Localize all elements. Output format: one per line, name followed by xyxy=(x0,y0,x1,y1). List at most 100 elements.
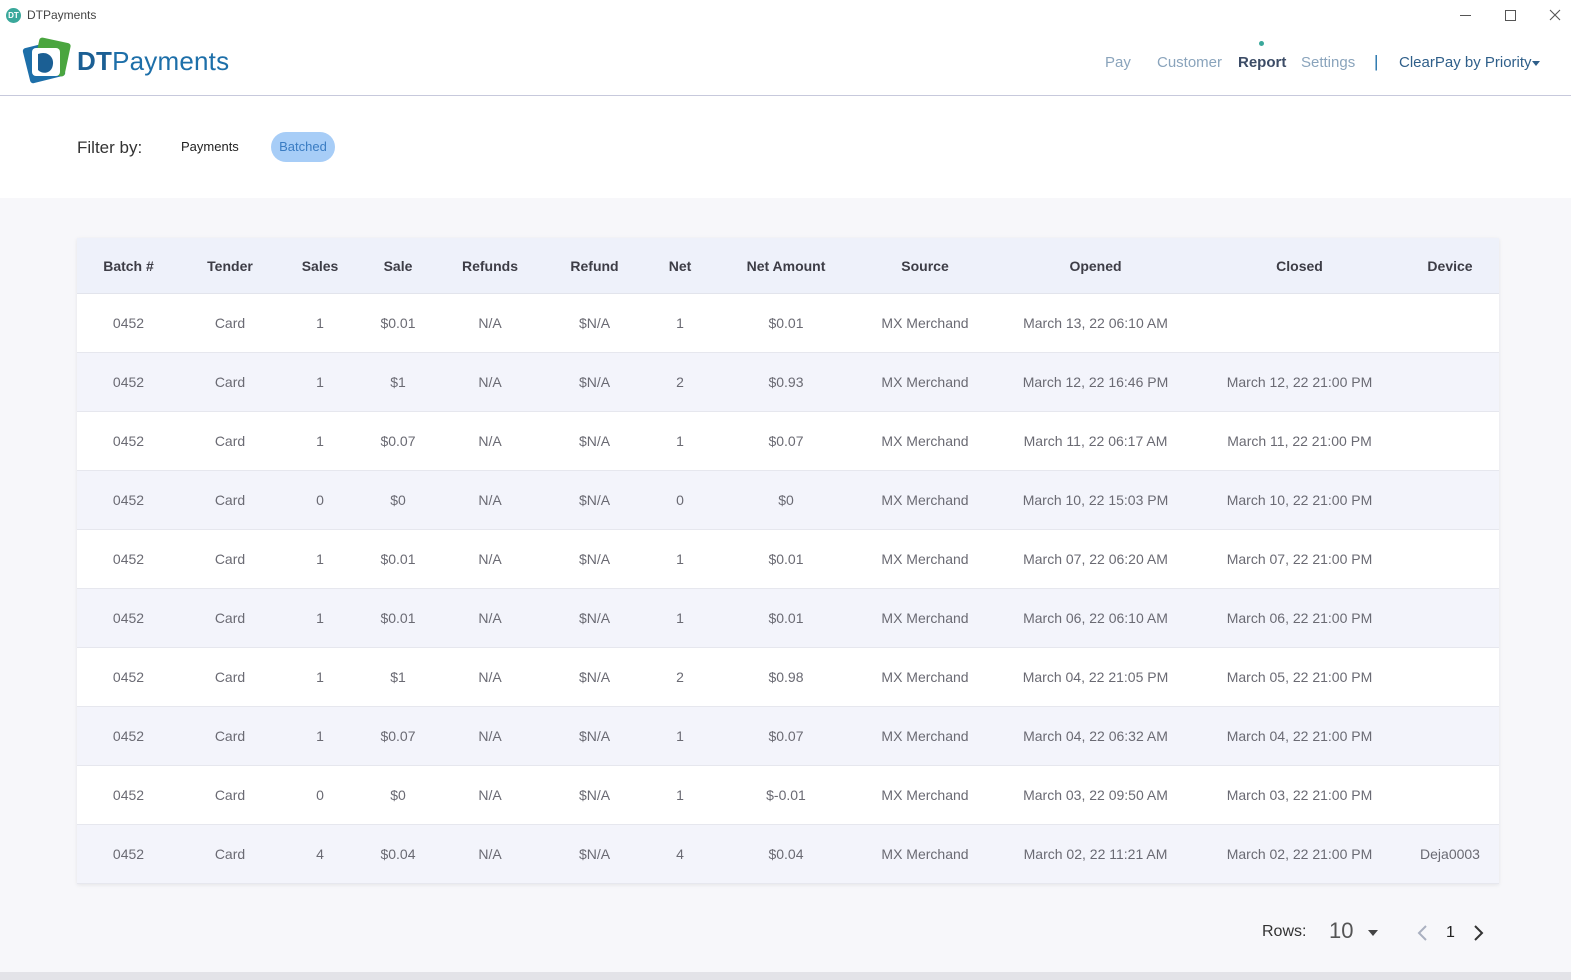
table-header-row: Batch # Tender Sales Sale Refunds Refund Net Ne… xyxy=(77,238,1499,294)
table-cell: 0452 xyxy=(112,315,145,331)
table-cell: $0.93 xyxy=(768,374,804,390)
table-row[interactable]: 0452 Card 1 $0.01 N/A $N/A 1 $0.01 MX Merchand Ma… xyxy=(77,294,1499,353)
rows-label: Rows: xyxy=(1262,923,1307,940)
table-row[interactable]: 0452 Card 1 $1 N/A $N/A 2 $0.93 MX Merchand March… xyxy=(77,353,1499,412)
batch-table: Batch # Tender Sales Sale Refunds Refund Net Ne… xyxy=(77,238,1499,884)
table-row[interactable]: 0452 Card 0 $0 N/A $N/A 1 $-0.01 MX Merchand Marc… xyxy=(77,766,1499,825)
table-row[interactable]: 0452 Card 1 $1 N/A $N/A 2 $0.98 MX Merchand March… xyxy=(77,648,1499,707)
table-cell: March 06, 22 21:00 PM xyxy=(1226,610,1373,626)
column-header: Refund xyxy=(570,257,619,274)
chevron-left-icon[interactable] xyxy=(1415,924,1431,942)
table-cell: 2 xyxy=(676,374,684,390)
filter-bar: Filter by: Payments Batched xyxy=(0,96,1571,198)
table-cell: N/A xyxy=(478,728,502,744)
close-icon[interactable] xyxy=(1540,4,1570,26)
app-header: DTPayments Pay Customer Report Settings … xyxy=(0,30,1571,96)
app-icon: DT xyxy=(6,8,21,23)
column-header: Device xyxy=(1427,257,1473,274)
table-cell: $N/A xyxy=(578,315,611,331)
table-cell: N/A xyxy=(478,374,502,390)
table-cell: $0.04 xyxy=(768,846,804,862)
table-cell: 1 xyxy=(676,433,684,449)
table-cell: N/A xyxy=(478,433,502,449)
table-cell: $0.01 xyxy=(380,610,416,626)
table-cell: 0452 xyxy=(112,669,145,685)
table-cell: 0452 xyxy=(112,492,145,508)
table-cell: $0 xyxy=(390,492,406,508)
table-cell: N/A xyxy=(478,492,502,508)
table-cell: March 05, 22 21:00 PM xyxy=(1226,669,1373,685)
table-cell: March 03, 22 21:00 PM xyxy=(1226,787,1373,803)
table-cell: March 03, 22 09:50 AM xyxy=(1023,787,1168,803)
table-cell: $0.07 xyxy=(768,728,804,744)
table-cell: $-0.01 xyxy=(766,787,806,803)
table-cell: Card xyxy=(214,492,246,508)
table-cell: Card xyxy=(214,787,246,803)
caret-down-icon[interactable] xyxy=(1532,61,1540,66)
table-cell: Card xyxy=(214,610,246,626)
table-row[interactable]: 0452 Card 4 $0.04 N/A $N/A 4 $0.04 MX Merchand Ma… xyxy=(77,825,1499,884)
table-cell: MX Merchand xyxy=(881,846,969,862)
table-cell: N/A xyxy=(478,669,502,685)
table-cell: $0.01 xyxy=(380,551,416,567)
table-cell: 4 xyxy=(316,846,324,862)
nav-report[interactable]: Report xyxy=(1238,54,1286,71)
table-cell: 0452 xyxy=(112,846,145,862)
table-cell: MX Merchand xyxy=(881,787,969,803)
table-cell: March 11, 22 06:17 AM xyxy=(1023,433,1168,449)
column-header: Refunds xyxy=(462,257,518,274)
table-cell: 0452 xyxy=(112,787,145,803)
table-cell: N/A xyxy=(478,315,502,331)
table-cell: 0452 xyxy=(112,728,145,744)
filter-batched-button[interactable]: Batched xyxy=(271,132,335,162)
filter-payments-button[interactable]: Payments xyxy=(173,132,247,162)
table-row[interactable]: 0452 Card 1 $0.01 N/A $N/A 1 $0.01 MX Merchand Ma… xyxy=(77,589,1499,648)
caret-down-icon[interactable] xyxy=(1368,930,1378,936)
table-cell: $0.07 xyxy=(768,433,804,449)
table-cell: 0452 xyxy=(112,610,145,626)
table-cell: $0 xyxy=(390,787,406,803)
table-row[interactable]: 0452 Card 1 $0.07 N/A $N/A 1 $0.07 MX Merchand Ma… xyxy=(77,412,1499,471)
table-cell: March 04, 22 06:32 AM xyxy=(1023,728,1168,744)
maximize-icon[interactable] xyxy=(1495,4,1525,26)
table-cell: March 04, 22 21:05 PM xyxy=(1022,669,1169,685)
table-cell: Card xyxy=(214,728,246,744)
nav-settings[interactable]: Settings xyxy=(1301,54,1355,71)
table-cell: 1 xyxy=(676,551,684,567)
rows-per-page-select[interactable]: 10 xyxy=(1329,918,1353,944)
table-cell: 4 xyxy=(676,846,684,862)
report-content: Batch # Tender Sales Sale Refunds Refund Net Ne… xyxy=(0,198,1571,972)
column-header: Sales xyxy=(301,257,339,274)
table-cell: N/A xyxy=(478,846,502,862)
table-cell: $N/A xyxy=(578,728,611,744)
column-header: Net Amount xyxy=(746,257,826,274)
column-header: Net xyxy=(668,257,692,274)
table-cell: Card xyxy=(214,315,246,331)
table-cell: Card xyxy=(214,433,246,449)
nav-pay[interactable]: Pay xyxy=(1105,54,1131,71)
table-cell: $N/A xyxy=(578,551,611,567)
table-cell: 1 xyxy=(316,610,324,626)
table-body: 0452 Card 1 $0.01 N/A $N/A 1 $0.01 MX Merchand Ma… xyxy=(77,294,1499,884)
table-cell: $0.07 xyxy=(380,728,416,744)
table-cell: N/A xyxy=(478,610,502,626)
table-row[interactable]: 0452 Card 1 $0.01 N/A $N/A 1 $0.01 MX Merchand Ma… xyxy=(77,530,1499,589)
minimize-icon[interactable] xyxy=(1450,4,1480,26)
dtpayments-logo-icon xyxy=(22,36,82,84)
table-cell: March 11, 22 21:00 PM xyxy=(1227,433,1372,449)
chevron-right-icon[interactable] xyxy=(1470,924,1486,942)
table-cell: $0.98 xyxy=(768,669,804,685)
window-titlebar: DT DTPayments xyxy=(0,0,1571,30)
merchant-selector[interactable]: ClearPay by Priority xyxy=(1399,54,1532,71)
table-cell: $0.01 xyxy=(768,315,804,331)
table-cell: Card xyxy=(214,669,246,685)
table-row[interactable]: 0452 Card 0 $0 N/A $N/A 0 $0 MX Merchand March 10… xyxy=(77,471,1499,530)
table-cell: $N/A xyxy=(578,610,611,626)
table-cell: 1 xyxy=(676,610,684,626)
table-cell: MX Merchand xyxy=(881,610,969,626)
nav-customer[interactable]: Customer xyxy=(1157,54,1222,71)
table-cell: March 10, 22 15:03 PM xyxy=(1022,492,1169,508)
table-cell: 0452 xyxy=(112,374,145,390)
table-cell: 1 xyxy=(316,315,324,331)
table-row[interactable]: 0452 Card 1 $0.07 N/A $N/A 1 $0.07 MX Merchand Ma… xyxy=(77,707,1499,766)
